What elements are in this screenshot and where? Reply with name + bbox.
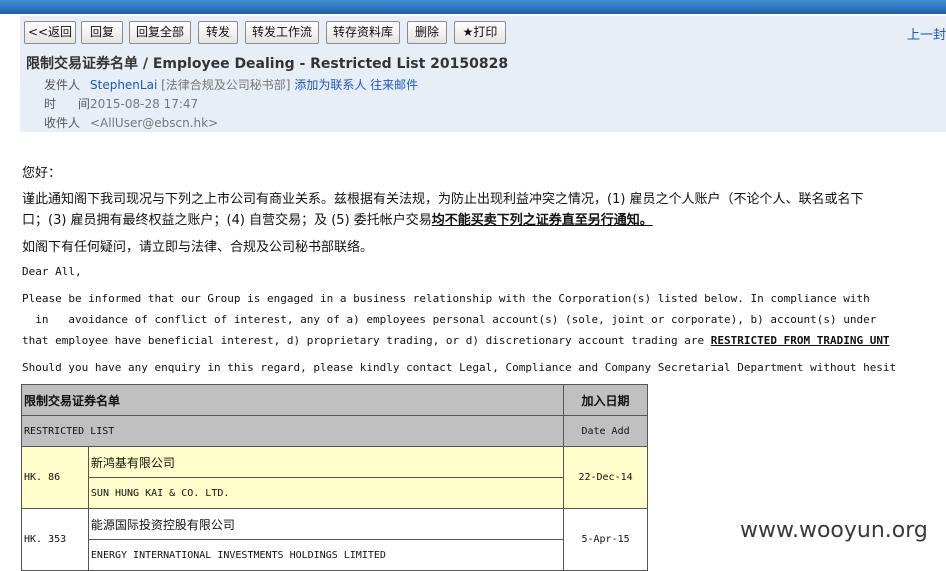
table-row: HK. 86 新鸿基有限公司 22-Dec-14 (21, 446, 648, 509)
time-value: 2015-08-28 17:47 (90, 97, 199, 111)
enquiry-cn: 如阁下有任何疑问，请立即与法律、合规及公司秘书部联络。 (22, 240, 374, 255)
window-title-bar (0, 0, 946, 14)
prev-email-link[interactable]: 上一封 (907, 24, 946, 43)
sender-row: 发件人 StephenLai [法律合规及公司秘书部] 添加为联系人 往来邮件 (44, 76, 418, 93)
notice-en-line3-text: that employee have beneficial interest, … (22, 334, 711, 347)
company-name-cn: 能源国际投资控股有限公司 (87, 508, 565, 540)
save-to-library-button[interactable]: 转存资料库 (326, 21, 400, 44)
watermark: www.wooyun.org (740, 518, 928, 543)
recipient-label: 收件人 (44, 116, 81, 130)
restricted-list-table: 限制交易证券名单 加入日期 RESTRICTED LIST Date Add H… (20, 384, 648, 571)
time-label: 时 间 (44, 97, 99, 111)
reply-all-button[interactable]: 回复全部 (129, 21, 191, 44)
email-subject: 限制交易证券名单 / Employee Dealing - Restricted… (26, 56, 509, 72)
table-row: HK. 353 能源国际投资控股有限公司 5-Apr-15 (21, 508, 648, 571)
notice-cn-line2: 口；(3) 雇员拥有最终权益之账户；(4) 自营交易；及 (5) 委托帐户交易均… (22, 209, 653, 228)
table-row-sub: ENERGY INTERNATIONAL INVESTMENTS HOLDING… (22, 539, 648, 571)
table-header-cn: 限制交易证券名单 (20, 384, 565, 416)
sender-dept: [法律合规及公司秘书部] (161, 78, 291, 92)
notice-cn-line1: 谨此通知阁下我司现况与下列之上市公司有商业关系。兹根据有关法规，为防止出现利益冲… (22, 192, 864, 207)
delete-button[interactable]: 删除 (407, 21, 447, 44)
print-button[interactable]: ★打印 (454, 21, 506, 44)
company-name-en: SUN HUNG KAI & CO. LTD. (87, 477, 565, 509)
date-added: 22-Dec-14 (563, 446, 648, 509)
time-row: 时 间2015-08-28 17:47 (44, 95, 198, 112)
table-header-date-en: Date Add (563, 415, 648, 447)
notice-en-line2: in avoidance of conflict of interest, an… (22, 313, 877, 326)
email-header-panel: <<返回 回复 回复全部 转发 转发工作流 转存资料库 删除 ★打印 上一封 限… (20, 16, 946, 132)
stock-code: HK. 86 (21, 446, 89, 509)
table-header-row-en: RESTRICTED LIST Date Add (20, 415, 648, 447)
company-name-cn: 新鸿基有限公司 (87, 446, 565, 478)
sender-name-link[interactable]: StephenLai (90, 78, 157, 92)
stock-code: HK. 353 (21, 508, 89, 571)
date-added: 5-Apr-15 (563, 508, 648, 571)
table-row-sub: SUN HUNG KAI & CO. LTD. (22, 477, 648, 509)
forward-workflow-button[interactable]: 转发工作流 (245, 21, 319, 44)
reply-button[interactable]: 回复 (81, 21, 123, 44)
forward-button[interactable]: 转发 (198, 21, 238, 44)
enquiry-en: Should you have any enquiry in this rega… (22, 361, 897, 374)
greeting-en: Dear All, (22, 265, 82, 278)
table-header-row-cn: 限制交易证券名单 加入日期 (20, 384, 648, 416)
table-header-date-cn: 加入日期 (563, 384, 648, 416)
notice-en-line3: that employee have beneficial interest, … (22, 334, 890, 347)
notice-en-line1: Please be informed that our Group is eng… (22, 292, 870, 305)
greeting-cn: 您好： (22, 166, 62, 181)
back-button[interactable]: <<返回 (24, 21, 76, 44)
notice-cn-line2-text: 口；(3) 雇员拥有最终权益之账户；(4) 自营交易；及 (5) 委托帐户交易 (22, 213, 432, 228)
notice-en-restriction: RESTRICTED FROM TRADING UNT (710, 334, 890, 347)
table-header-en: RESTRICTED LIST (20, 415, 565, 447)
email-history-link[interactable]: 往来邮件 (370, 78, 418, 92)
recipient-value: <AllUser@ebscn.hk> (90, 116, 219, 130)
recipient-row: 收件人 <AllUser@ebscn.hk> (44, 114, 218, 131)
sender-label: 发件人 (44, 78, 81, 92)
company-name-en: ENERGY INTERNATIONAL INVESTMENTS HOLDING… (87, 539, 565, 571)
notice-cn-restriction: 均不能买卖下列之证券直至另行通知。 (431, 213, 653, 228)
add-contact-link[interactable]: 添加为联系人 (294, 78, 366, 92)
